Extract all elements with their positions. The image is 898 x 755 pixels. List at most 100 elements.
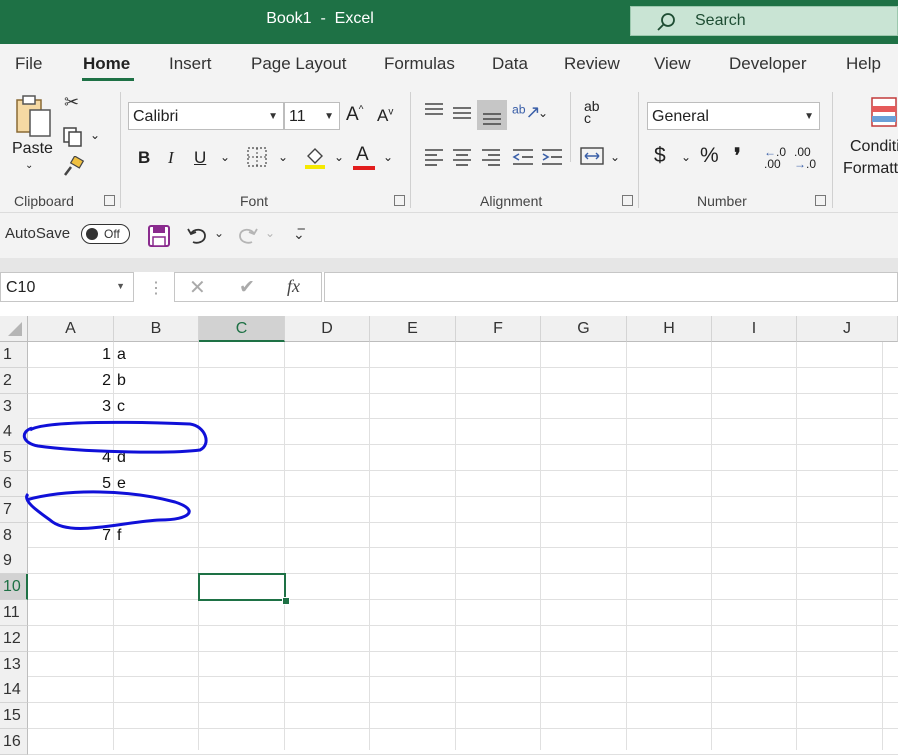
row-header-3[interactable]: 3 (0, 393, 28, 420)
enter-icon[interactable]: ✔ (239, 276, 255, 299)
undo-icon[interactable] (185, 224, 209, 248)
align-center-icon[interactable] (452, 148, 472, 166)
number-format-select[interactable]: General ▼ (647, 102, 820, 130)
row-header-13[interactable]: 13 (0, 651, 28, 678)
tab-insert[interactable]: Insert (169, 54, 212, 74)
align-right-icon[interactable] (481, 148, 501, 166)
row-header-16[interactable]: 16 (0, 729, 28, 755)
orientation-icon[interactable]: ᵃᵇ↗ (512, 102, 541, 123)
column-header-e[interactable]: E (370, 316, 456, 342)
name-box[interactable]: C10 ▼ (0, 272, 134, 302)
save-icon[interactable] (147, 224, 171, 248)
font-color-icon[interactable]: A (356, 144, 369, 166)
paste-icon[interactable] (14, 94, 54, 138)
format-painter-icon[interactable] (62, 156, 86, 178)
tab-help[interactable]: Help (846, 54, 881, 74)
tab-page-layout[interactable]: Page Layout (251, 54, 346, 74)
row-header-2[interactable]: 2 (0, 367, 28, 394)
row-header-1[interactable]: 1 (0, 342, 28, 368)
tab-home[interactable]: Home (83, 54, 130, 74)
cell-a1[interactable]: 1 (28, 342, 111, 368)
italic-button[interactable]: I (168, 148, 174, 168)
currency-button[interactable]: $ (654, 144, 666, 168)
cell-a5[interactable]: 4 (28, 445, 111, 471)
column-header-g[interactable]: G (541, 316, 627, 342)
font-color-dropdown-icon[interactable]: ⌄ (383, 150, 393, 164)
wrap-text-icon[interactable]: ab c (584, 99, 604, 125)
top-align-icon[interactable] (424, 102, 444, 120)
cell-b6[interactable]: e (117, 471, 197, 497)
row-header-10[interactable]: 10 (0, 574, 28, 601)
tab-formulas[interactable]: Formulas (384, 54, 455, 74)
formula-input[interactable] (324, 272, 898, 302)
row-header-15[interactable]: 15 (0, 703, 28, 730)
merge-dropdown-icon[interactable]: ⌄ (610, 150, 620, 164)
tab-view[interactable]: View (654, 54, 691, 74)
cancel-icon[interactable]: ✕ (189, 275, 206, 300)
undo-dropdown-icon[interactable]: ⌄ (214, 226, 224, 240)
copy-dropdown-icon[interactable]: ⌄ (90, 128, 100, 142)
underline-button[interactable]: U (194, 148, 206, 168)
column-header-h[interactable]: H (627, 316, 712, 342)
comma-style-button[interactable]: ❜ (734, 144, 741, 169)
increase-decimal-button[interactable]: ←.0.00 (764, 146, 786, 170)
tab-file[interactable]: File (15, 54, 42, 74)
cell-a8[interactable]: 7 (28, 523, 111, 549)
cell-a2[interactable]: 2 (28, 368, 111, 394)
borders-icon[interactable] (246, 146, 268, 168)
tab-developer[interactable]: Developer (729, 54, 807, 74)
insert-function-icon[interactable]: fx (287, 276, 300, 297)
paste-dropdown-icon[interactable]: ⌄ (25, 160, 33, 171)
select-all-button[interactable] (0, 316, 28, 342)
copy-icon[interactable] (62, 126, 84, 148)
alignment-launcher-icon[interactable] (622, 195, 633, 206)
fill-color-dropdown-icon[interactable]: ⌄ (334, 150, 344, 164)
conditional-formatting-label-1[interactable]: Conditi (850, 138, 898, 156)
orientation-dropdown-icon[interactable]: ⌄ (538, 106, 548, 120)
column-header-i[interactable]: I (712, 316, 797, 342)
cell-b5[interactable]: d (117, 445, 197, 471)
cell-b1[interactable]: a (117, 342, 197, 368)
shrink-font-icon[interactable]: Av (377, 106, 393, 126)
column-header-b[interactable]: B (114, 316, 199, 342)
merge-center-icon[interactable] (580, 146, 604, 166)
column-header-d[interactable]: D (285, 316, 370, 342)
formula-bar-resize-icon[interactable]: ⋮ (148, 278, 164, 298)
font-launcher-icon[interactable] (394, 195, 405, 206)
column-header-f[interactable]: F (456, 316, 541, 342)
row-header-5[interactable]: 5 (0, 445, 28, 472)
tab-data[interactable]: Data (492, 54, 528, 74)
row-header-9[interactable]: 9 (0, 548, 28, 575)
column-header-a[interactable]: A (28, 316, 114, 342)
row-header-4[interactable]: 4 (0, 419, 28, 446)
row-header-11[interactable]: 11 (0, 600, 28, 626)
decrease-indent-icon[interactable] (512, 148, 534, 166)
column-header-j[interactable]: J (797, 316, 898, 342)
row-header-6[interactable]: 6 (0, 471, 28, 497)
cut-icon[interactable]: ✂ (64, 92, 79, 113)
tab-review[interactable]: Review (564, 54, 620, 74)
autosave-toggle[interactable]: Off (81, 224, 130, 244)
conditional-formatting-label-2[interactable]: Formatti (843, 160, 898, 178)
number-launcher-icon[interactable] (815, 195, 826, 206)
grow-font-icon[interactable]: A^ (346, 104, 363, 126)
bold-button[interactable]: B (138, 148, 150, 168)
customize-toolbar-icon[interactable]: ⌄̅ (293, 226, 305, 243)
row-header-14[interactable]: 14 (0, 677, 28, 704)
percent-button[interactable]: % (700, 144, 719, 168)
underline-dropdown-icon[interactable]: ⌄ (220, 150, 230, 164)
cell-b3[interactable]: c (117, 394, 197, 420)
fill-handle[interactable] (282, 597, 290, 605)
font-name-select[interactable]: Calibri ▼ (128, 102, 284, 130)
selected-cell[interactable] (198, 573, 286, 601)
cell-a3[interactable]: 3 (28, 394, 111, 420)
paste-label[interactable]: Paste (12, 140, 53, 158)
row-header-12[interactable]: 12 (0, 625, 28, 652)
fill-color-icon[interactable] (302, 144, 328, 170)
increase-indent-icon[interactable] (541, 148, 563, 166)
row-header-8[interactable]: 8 (0, 522, 28, 549)
font-size-select[interactable]: 11 ▼ (284, 102, 340, 130)
row-header-7[interactable]: 7 (0, 496, 28, 523)
conditional-formatting-icon[interactable] (870, 96, 898, 130)
clipboard-launcher-icon[interactable] (104, 195, 115, 206)
